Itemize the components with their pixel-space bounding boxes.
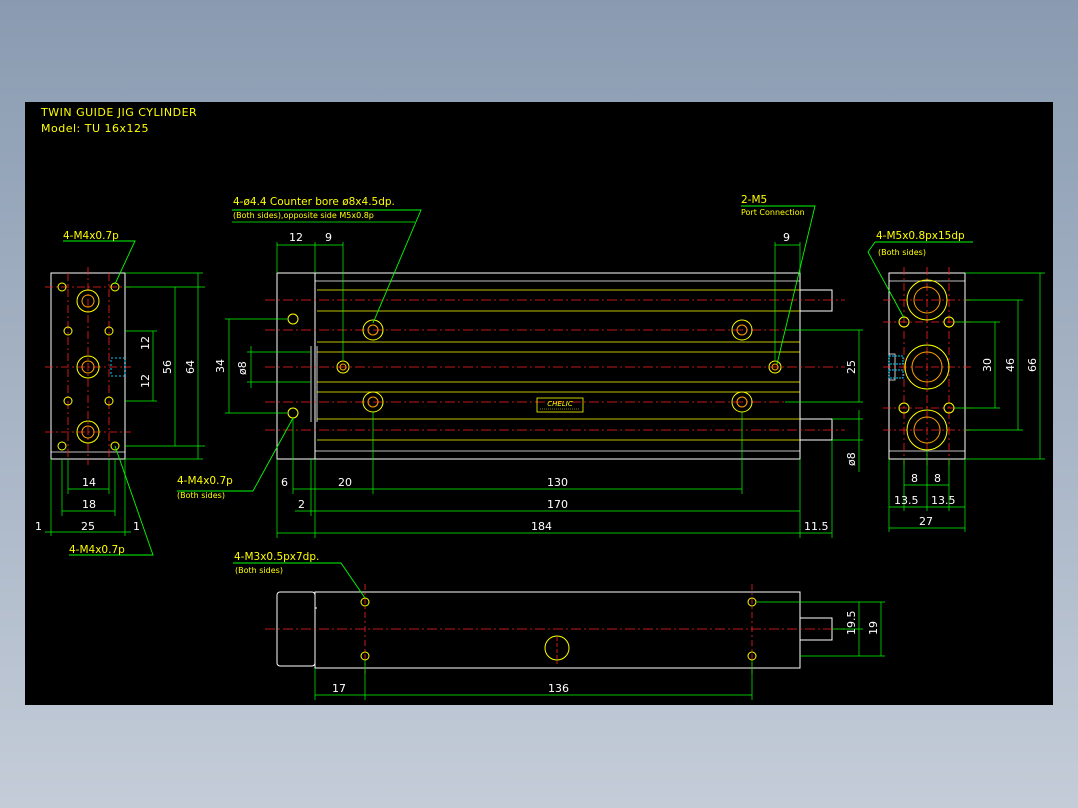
dim-right-30: 30 bbox=[981, 358, 994, 372]
dim-left-12a: 12 bbox=[139, 336, 152, 350]
dim-front-170: 170 bbox=[547, 498, 568, 511]
right-thread-sub: (Both sides) bbox=[878, 248, 926, 257]
front-view: CHELIC 4-ø4.4 Counter bore ø8x4.5dp. (Bo… bbox=[177, 194, 863, 538]
dim-bottom-17: 17 bbox=[332, 682, 346, 695]
bottom-view: 4-M3x0.5px7dp. (Both sides) 17 136 19.5 … bbox=[233, 551, 885, 700]
dim-front-9r: 9 bbox=[783, 231, 790, 244]
dim-bottom-19: 19 bbox=[867, 621, 880, 635]
port-sub: Port Connection bbox=[741, 208, 805, 217]
dim-right-8b: 8 bbox=[934, 472, 941, 485]
dim-right-46: 46 bbox=[1004, 358, 1017, 372]
dim-left-1a: 1 bbox=[35, 520, 42, 533]
dim-right-66: 66 bbox=[1026, 358, 1039, 372]
dim-right-13-5a: 13.5 bbox=[894, 494, 919, 507]
left-end-view: 4-M4x0.7p 12 12 56 64 14 18 25 1 1 4-M4x… bbox=[35, 230, 205, 556]
dim-left-56: 56 bbox=[161, 360, 174, 374]
technical-drawing: 4-M4x0.7p 12 12 56 64 14 18 25 1 1 4-M4x… bbox=[35, 194, 1045, 700]
dim-front-20: 20 bbox=[338, 476, 352, 489]
dim-front-12: 12 bbox=[289, 231, 303, 244]
dim-front-25: 25 bbox=[845, 360, 858, 374]
dim-left-18: 18 bbox=[82, 498, 96, 511]
right-end-view: 4-M5x0.8px15dp (Both sides) 30 46 66 8 8… bbox=[867, 230, 1045, 532]
dim-front-34: 34 bbox=[214, 359, 227, 373]
counter-bore-sub: (Both sides),opposite side M5x0.8p bbox=[233, 211, 374, 220]
dim-front-ø8: ø8 bbox=[236, 361, 249, 375]
dim-front-ø8r: ø8 bbox=[845, 452, 858, 466]
dim-front-184: 184 bbox=[531, 520, 552, 533]
front-mount-note: 4-M4x0.7p bbox=[177, 475, 233, 487]
cad-drawing-canvas[interactable]: TWIN GUIDE JIG CYLINDER Model: TU 16x125… bbox=[25, 102, 1053, 705]
dim-front-130: 130 bbox=[547, 476, 568, 489]
dim-left-1b: 1 bbox=[133, 520, 140, 533]
right-thread-note: 4-M5x0.8px15dp bbox=[876, 230, 965, 242]
dim-front-11-5: 11.5 bbox=[804, 520, 829, 533]
dim-front-9: 9 bbox=[325, 231, 332, 244]
port-note: 2-M5 bbox=[741, 194, 767, 206]
dim-bottom-136: 136 bbox=[548, 682, 569, 695]
dim-right-8a: 8 bbox=[911, 472, 918, 485]
dim-left-14: 14 bbox=[82, 476, 96, 489]
left-top-note: 4-M4x0.7p bbox=[63, 230, 119, 242]
front-mount-sub: (Both sides) bbox=[177, 491, 225, 500]
dim-bottom-19-5: 19.5 bbox=[845, 611, 858, 636]
left-bottom-note: 4-M4x0.7p bbox=[69, 544, 125, 556]
dim-left-25: 25 bbox=[81, 520, 95, 533]
dim-right-13-5b: 13.5 bbox=[931, 494, 956, 507]
bottom-thread-note: 4-M3x0.5px7dp. bbox=[234, 551, 319, 563]
brand-label: CHELIC bbox=[547, 400, 573, 408]
dim-left-64: 64 bbox=[184, 360, 197, 374]
dim-right-27: 27 bbox=[919, 515, 933, 528]
counter-bore-note: 4-ø4.4 Counter bore ø8x4.5dp. bbox=[233, 196, 395, 208]
dim-front-6: 6 bbox=[281, 476, 288, 489]
dim-left-12b: 12 bbox=[139, 374, 152, 388]
bottom-thread-sub: (Both sides) bbox=[235, 566, 283, 575]
dim-front-2: 2 bbox=[298, 498, 305, 511]
